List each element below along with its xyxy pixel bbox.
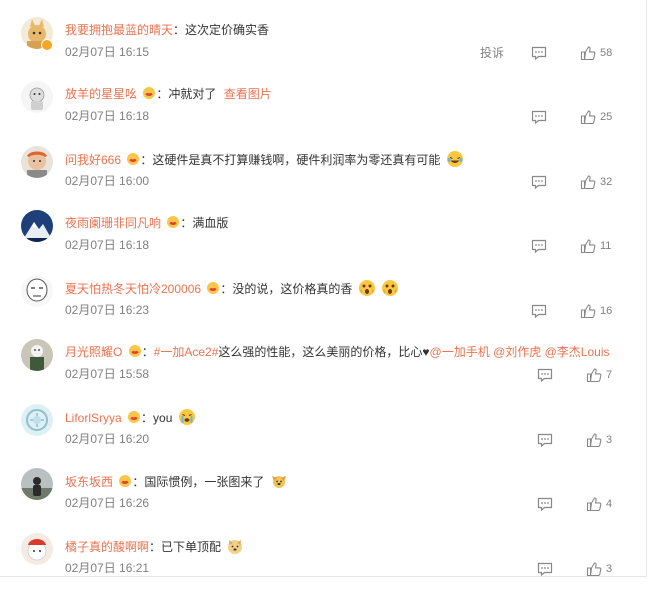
comment-text: 这次定价确实香 [185, 23, 270, 37]
username[interactable]: LiforlSryya [65, 411, 122, 425]
report-button[interactable]: 投诉 [480, 44, 504, 62]
comment-text: 这么强的性能，这么美丽的价格，比心 [218, 345, 423, 359]
colon: ： [132, 475, 145, 489]
doge-sticker-icon [271, 476, 286, 488]
username[interactable]: 问我好666 [65, 153, 121, 167]
like-icon[interactable] [580, 45, 596, 61]
colon: ： [140, 153, 153, 167]
comment-icon[interactable] [531, 303, 547, 319]
colon: ： [220, 282, 233, 296]
like-icon[interactable] [586, 432, 602, 448]
comment-text: 没的说，这价格真的香 [232, 282, 353, 296]
comment-icon[interactable] [537, 432, 553, 448]
comment-icon[interactable] [531, 45, 547, 61]
comment-item: 夏天怕热冬天怕冷200006 ：没的说，这价格真的香 02月07日 16:23 … [0, 275, 648, 339]
like-icon[interactable] [580, 303, 596, 319]
comment-item: 坂东坂西 ：国际惯例，一张图来了 02月07日 16:26 4 [0, 468, 648, 532]
comment-icon[interactable] [537, 561, 553, 577]
comment-text: 冲就对了 [168, 87, 217, 101]
comment-text: you [153, 411, 173, 425]
laughing-crying-emoji-icon [446, 151, 463, 167]
like-count: 4 [606, 498, 613, 510]
fan-medal-icon [127, 153, 140, 165]
like-count: 16 [600, 305, 613, 317]
shocked-emoji-icon [382, 280, 399, 296]
crying-emoji-icon [178, 409, 195, 425]
fan-medal-icon [128, 345, 141, 357]
fan-medal-icon [128, 411, 141, 423]
comment-icon[interactable] [531, 174, 547, 190]
comment-text: 国际惯例，一张图来了 [144, 475, 265, 489]
username[interactable]: 我要拥抱最蓝的晴天 [65, 23, 173, 37]
topic-link[interactable]: #一加Ace2# [154, 345, 219, 359]
mention-link[interactable]: @一加手机 [430, 345, 490, 359]
like-count: 11 [600, 240, 612, 252]
fan-medal-icon [167, 216, 180, 228]
fan-medal-icon [143, 87, 156, 99]
like-icon[interactable] [586, 367, 602, 383]
like-count: 3 [606, 434, 613, 446]
colon: ： [180, 216, 193, 230]
fan-medal-icon [119, 475, 132, 487]
mention-link[interactable]: @李杰Louis [545, 345, 610, 359]
colon: ： [173, 23, 186, 37]
comment-item: 问我好666 ：这硬件是真不打算赚钱啊，硬件利润率为零还真有可能 02月07日 … [0, 146, 648, 210]
like-count: 58 [600, 47, 613, 59]
comment-icon[interactable] [537, 367, 553, 383]
like-icon[interactable] [586, 561, 602, 577]
comment-text: 这硬件是真不打算赚钱啊，硬件利润率为零还真有可能 [152, 153, 441, 167]
colon: ： [141, 411, 154, 425]
comment-item: 放羊的星星吆 ：冲就对了 查看图片 02月07日 16:18 25 [0, 81, 648, 145]
username[interactable]: 橘子真的酸啊啊 [65, 540, 149, 554]
comment-item: 橘子真的酸啊啊：已下单顶配 02月07日 16:21 3 [0, 533, 648, 597]
comment-icon[interactable] [531, 109, 547, 125]
username[interactable]: 月光照耀O [65, 345, 122, 359]
like-count: 3 [606, 563, 613, 575]
colon: ： [149, 540, 162, 554]
like-count: 7 [606, 369, 613, 381]
like-icon[interactable] [580, 238, 596, 254]
username[interactable]: 夜雨阑珊非同凡响 [65, 216, 161, 230]
like-count: 25 [600, 111, 613, 123]
heart-icon: ♥ [422, 345, 430, 359]
fan-medal-icon [207, 282, 220, 294]
username[interactable]: 放羊的星星吆 [65, 87, 137, 101]
colon: ： [141, 345, 154, 359]
like-icon[interactable] [586, 496, 602, 512]
comment-text: 满血版 [192, 216, 229, 230]
comment-item: 夜雨阑珊非同凡响 ：满血版 02月07日 16:18 11 [0, 210, 648, 274]
comment-item: 我要拥抱最蓝的晴天：这次定价确实香 02月07日 16:15 投诉 58 [0, 17, 648, 81]
comment-text: 已下单顶配 [161, 540, 222, 554]
view-image-link[interactable]: 查看图片 [224, 87, 272, 101]
like-icon[interactable] [580, 174, 596, 190]
like-count: 32 [600, 176, 613, 188]
username[interactable]: 夏天怕热冬天怕冷200006 [65, 282, 201, 296]
doge-emoji-icon [228, 540, 243, 554]
like-icon[interactable] [580, 109, 596, 125]
comment-icon[interactable] [537, 496, 553, 512]
colon: ： [156, 87, 169, 101]
username[interactable]: 坂东坂西 [65, 475, 113, 489]
mention-link[interactable]: @刘作虎 [493, 345, 541, 359]
comment-item: 月光照耀O ：#一加Ace2#这么强的性能，这么美丽的价格，比心♥@一加手机 @… [0, 339, 648, 403]
comment-item: LiforlSryya ：you 02月07日 16:20 3 [0, 404, 648, 468]
shocked-emoji-icon [358, 280, 375, 296]
comment-icon[interactable] [531, 238, 547, 254]
